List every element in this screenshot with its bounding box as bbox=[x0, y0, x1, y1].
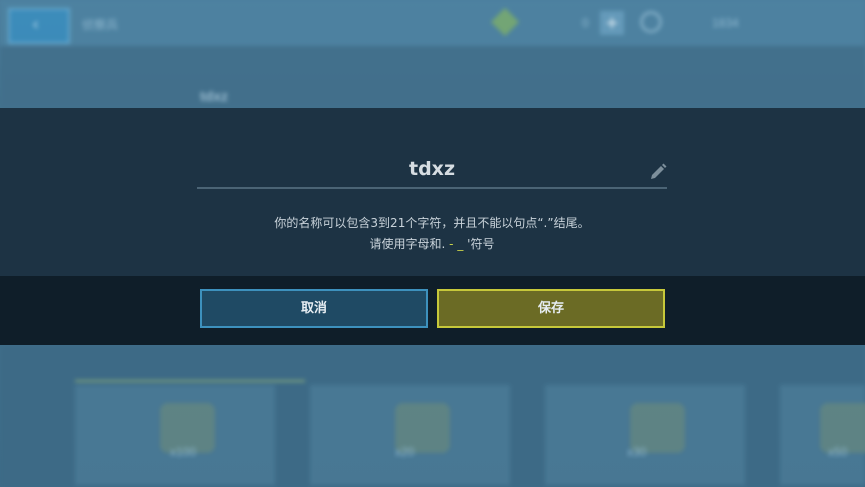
pencil-icon[interactable] bbox=[648, 162, 668, 182]
background-topbar: ‹ 侦察兵 0 + 1834 bbox=[0, 0, 865, 46]
background-active-tab bbox=[75, 350, 305, 382]
hint-symbols: - _ bbox=[445, 237, 468, 251]
hint-prefix: 请使用字母和. bbox=[369, 237, 446, 251]
allowed-symbols-hint: 请使用字母和. - _ '符号 bbox=[197, 235, 667, 252]
background-card: x50 bbox=[780, 385, 865, 485]
back-arrow-icon: ‹ bbox=[32, 14, 40, 35]
player-name-input[interactable]: tdxz bbox=[197, 158, 667, 180]
cancel-button[interactable]: 取消 bbox=[200, 289, 428, 328]
currency-icon bbox=[640, 11, 662, 33]
background-player-name: tdxz bbox=[200, 88, 228, 104]
card-label: x30 bbox=[627, 445, 647, 459]
background-card: x100 bbox=[75, 385, 275, 485]
name-rule-hint: 你的名称可以包含3到21个字符，并且不能以句点“.”结尾。 bbox=[274, 216, 590, 230]
background-counter: 0 bbox=[582, 16, 589, 30]
card-label: x20 bbox=[395, 445, 415, 459]
background-name-strip: tdxz bbox=[0, 46, 865, 108]
name-input-underline bbox=[197, 187, 667, 189]
dialog-button-bar bbox=[0, 276, 865, 345]
diamond-icon bbox=[490, 7, 520, 37]
background-card: x30 bbox=[545, 385, 745, 485]
background-card: x20 bbox=[310, 385, 510, 485]
background-topbar-value: 1834 bbox=[712, 16, 739, 30]
add-icon: + bbox=[600, 11, 624, 35]
background-topbar-label: 侦察兵 bbox=[82, 18, 119, 32]
hint-suffix: '符号 bbox=[467, 237, 495, 251]
back-button: ‹ bbox=[8, 8, 70, 44]
save-button[interactable]: 保存 bbox=[437, 289, 665, 328]
card-label: x100 bbox=[170, 445, 197, 459]
card-label: x50 bbox=[828, 445, 848, 459]
